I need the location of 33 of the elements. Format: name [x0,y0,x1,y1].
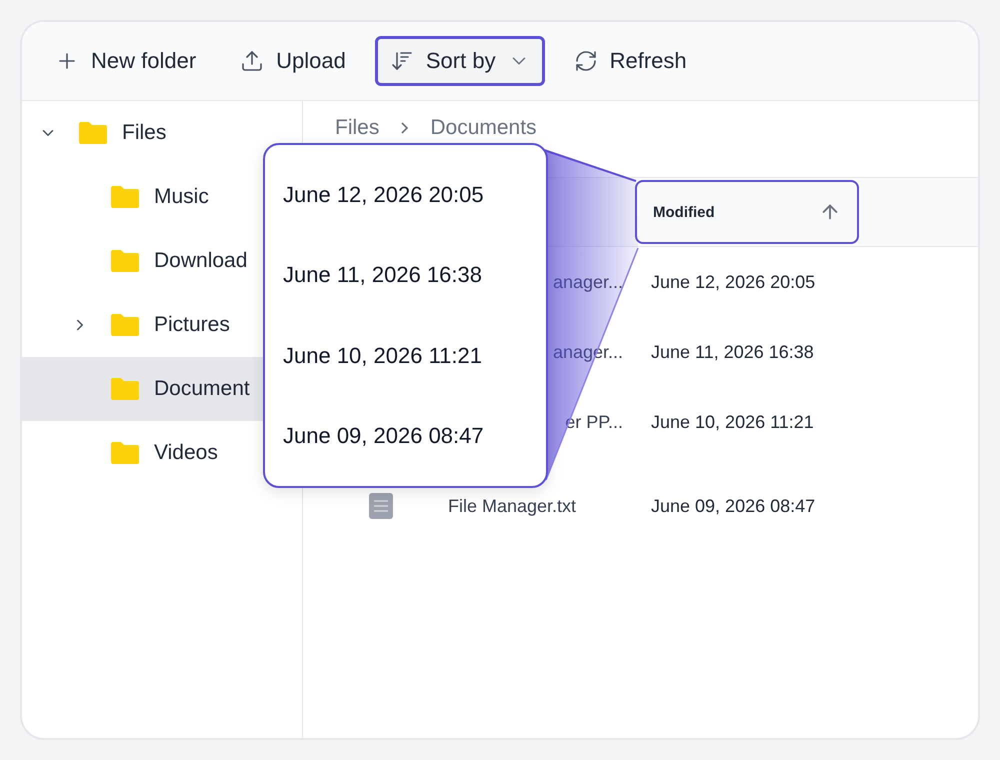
folder-tree-item[interactable]: Files [22,101,302,165]
chevron-right-icon [401,122,408,134]
folder-icon [110,377,140,401]
magnified-date: June 09, 2026 08:47 [283,422,485,449]
magnified-date: June 12, 2026 20:05 [283,182,485,208]
toolbar-button[interactable]: New folder [40,36,212,86]
sort-icon [390,49,414,73]
folder-icon [110,185,140,209]
document-icon [369,493,393,519]
toolbar-button[interactable]: Upload [225,36,361,86]
folder-label: Document [154,377,250,401]
toolbar-button[interactable]: Refresh [558,36,702,86]
upload-icon [240,49,264,73]
refresh-icon [574,49,598,73]
magnified-date: June 11, 2026 16:38 [283,262,483,288]
toolbar-button[interactable]: Sort by [374,36,545,86]
modified-date: June 12, 2026 20:05 [650,272,816,292]
file-name: File Manager.txt [448,496,578,516]
modified-date: June 10, 2026 11:21 [650,412,815,432]
folder-label: Pictures [154,313,230,337]
folder-label: Download [154,249,248,273]
modified-date: June 09, 2026 08:47 [650,496,816,516]
file-name: anager... [552,272,624,292]
breadcrumb-link[interactable]: Files [335,116,380,140]
folder-label: Music [154,185,209,209]
modified-date: June 11, 2026 16:38 [650,342,815,362]
folder-icon [110,441,140,465]
breadcrumb-link[interactable]: Documents [430,116,537,140]
folder-icon [110,313,140,337]
folder-icon [78,121,108,145]
folder-label: Videos [154,441,218,465]
folder-label: Files [122,121,166,145]
folder-icon [110,249,140,273]
